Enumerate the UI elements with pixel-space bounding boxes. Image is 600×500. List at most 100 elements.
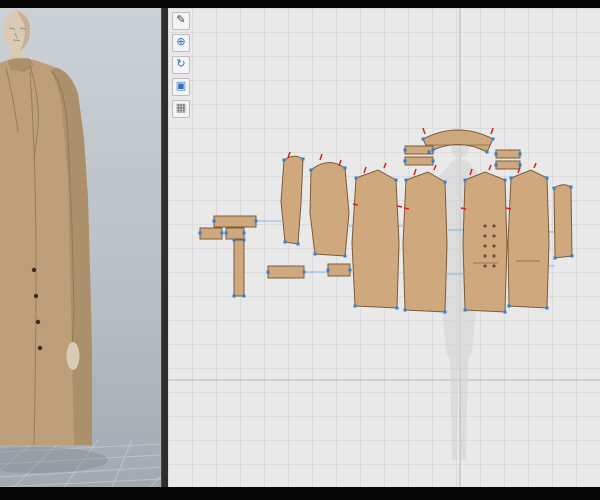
control-point[interactable] <box>242 238 246 242</box>
control-point[interactable] <box>266 270 270 274</box>
notch-mark <box>352 203 359 206</box>
coat-button <box>37 345 43 351</box>
pattern-belt[interactable] <box>213 215 257 228</box>
pattern-collar-band-right-1[interactable] <box>495 149 521 159</box>
pattern-hanger-strip[interactable] <box>233 239 245 297</box>
control-point[interactable] <box>443 310 447 314</box>
pattern-side-panel-left[interactable] <box>402 171 448 313</box>
control-point[interactable] <box>443 180 447 184</box>
control-point[interactable] <box>242 231 246 235</box>
control-point[interactable] <box>485 150 489 154</box>
show-3d-window-tool-icon[interactable]: ▣ <box>172 78 190 96</box>
control-point[interactable] <box>394 178 398 182</box>
pattern-sleeve[interactable] <box>309 162 350 257</box>
control-point[interactable] <box>198 231 202 235</box>
button-mark <box>483 264 487 268</box>
control-point[interactable] <box>494 163 498 167</box>
coat-button <box>33 293 39 299</box>
control-point[interactable] <box>403 159 407 163</box>
coat-3d <box>0 58 92 446</box>
3d-scene <box>0 10 162 488</box>
control-point[interactable] <box>518 163 522 167</box>
button-mark <box>492 254 496 258</box>
control-point[interactable] <box>254 219 258 223</box>
control-point[interactable] <box>553 256 557 260</box>
window-top-bar <box>0 0 600 8</box>
notch-mark <box>363 166 367 174</box>
control-point[interactable] <box>503 178 507 182</box>
pattern-canvas[interactable] <box>168 8 600 487</box>
pattern-belt-tab-2[interactable] <box>225 227 245 240</box>
control-point[interactable] <box>353 304 357 308</box>
control-point[interactable] <box>421 137 425 141</box>
pattern-facing-right[interactable] <box>553 184 573 259</box>
pattern-pocket-flap[interactable] <box>327 263 351 277</box>
control-point[interactable] <box>343 166 347 170</box>
control-point[interactable] <box>463 178 467 182</box>
control-point[interactable] <box>296 242 300 246</box>
control-point[interactable] <box>302 270 306 274</box>
button-mark <box>483 234 487 238</box>
control-point[interactable] <box>431 159 435 163</box>
control-point[interactable] <box>518 152 522 156</box>
control-point[interactable] <box>552 186 556 190</box>
control-point[interactable] <box>404 178 408 182</box>
button-mark <box>492 224 496 228</box>
pattern-side-panel-right[interactable] <box>507 169 550 309</box>
pattern-back-panel-left[interactable] <box>351 169 400 309</box>
control-point[interactable] <box>326 268 330 272</box>
control-point[interactable] <box>232 238 236 242</box>
control-point[interactable] <box>301 157 305 161</box>
control-point[interactable] <box>570 254 574 258</box>
control-point[interactable] <box>569 185 573 189</box>
button-mark <box>492 244 496 248</box>
button-mark <box>483 254 487 258</box>
control-point[interactable] <box>224 231 228 235</box>
2d-pattern-panel[interactable]: ✎ ⊕ ↻ ▣ ▦ <box>168 8 600 487</box>
button-mark <box>492 234 496 238</box>
control-point[interactable] <box>403 148 407 152</box>
control-point[interactable] <box>431 148 435 152</box>
button-mark <box>483 244 487 248</box>
control-point[interactable] <box>220 231 224 235</box>
control-point[interactable] <box>494 152 498 156</box>
control-point[interactable] <box>395 306 399 310</box>
control-point[interactable] <box>348 268 352 272</box>
control-point[interactable] <box>212 219 216 223</box>
coat-button <box>31 267 37 273</box>
control-point[interactable] <box>427 150 431 154</box>
control-point[interactable] <box>354 176 358 180</box>
window-bottom-bar <box>0 487 600 500</box>
control-point[interactable] <box>507 304 511 308</box>
control-point[interactable] <box>283 240 287 244</box>
edit-pattern-tool-icon[interactable]: ✎ <box>172 12 190 30</box>
pattern-collar-band-right-2[interactable] <box>495 160 521 170</box>
pattern-undersleeve[interactable] <box>280 155 304 245</box>
control-point[interactable] <box>503 310 507 314</box>
control-point[interactable] <box>282 158 286 162</box>
control-point[interactable] <box>309 168 313 172</box>
3d-garment-viewport[interactable] <box>0 8 162 488</box>
notch-mark <box>319 153 323 161</box>
control-point[interactable] <box>545 306 549 310</box>
control-point[interactable] <box>463 308 467 312</box>
notch-mark <box>433 164 437 171</box>
pattern-collar-band-left-2[interactable] <box>404 156 434 166</box>
control-point[interactable] <box>491 137 495 141</box>
control-point[interactable] <box>545 176 549 180</box>
mannequin <box>3 10 31 60</box>
control-point[interactable] <box>242 294 246 298</box>
control-point[interactable] <box>509 176 513 180</box>
reset-view-tool-icon[interactable]: ↻ <box>172 56 190 74</box>
control-point[interactable] <box>403 308 407 312</box>
zoom-tool-icon[interactable]: ⊕ <box>172 34 190 52</box>
pattern-belt-tab-1[interactable] <box>199 227 223 240</box>
control-point[interactable] <box>232 294 236 298</box>
pattern-pocket-welt[interactable] <box>267 265 305 279</box>
control-point[interactable] <box>313 252 317 256</box>
control-point[interactable] <box>343 254 347 258</box>
pattern-toolbar: ✎ ⊕ ↻ ▣ ▦ <box>172 12 190 118</box>
button-mark <box>483 224 487 228</box>
grid-snap-tool-icon[interactable]: ▦ <box>172 100 190 118</box>
pattern-front-panel-right[interactable] <box>462 171 508 313</box>
